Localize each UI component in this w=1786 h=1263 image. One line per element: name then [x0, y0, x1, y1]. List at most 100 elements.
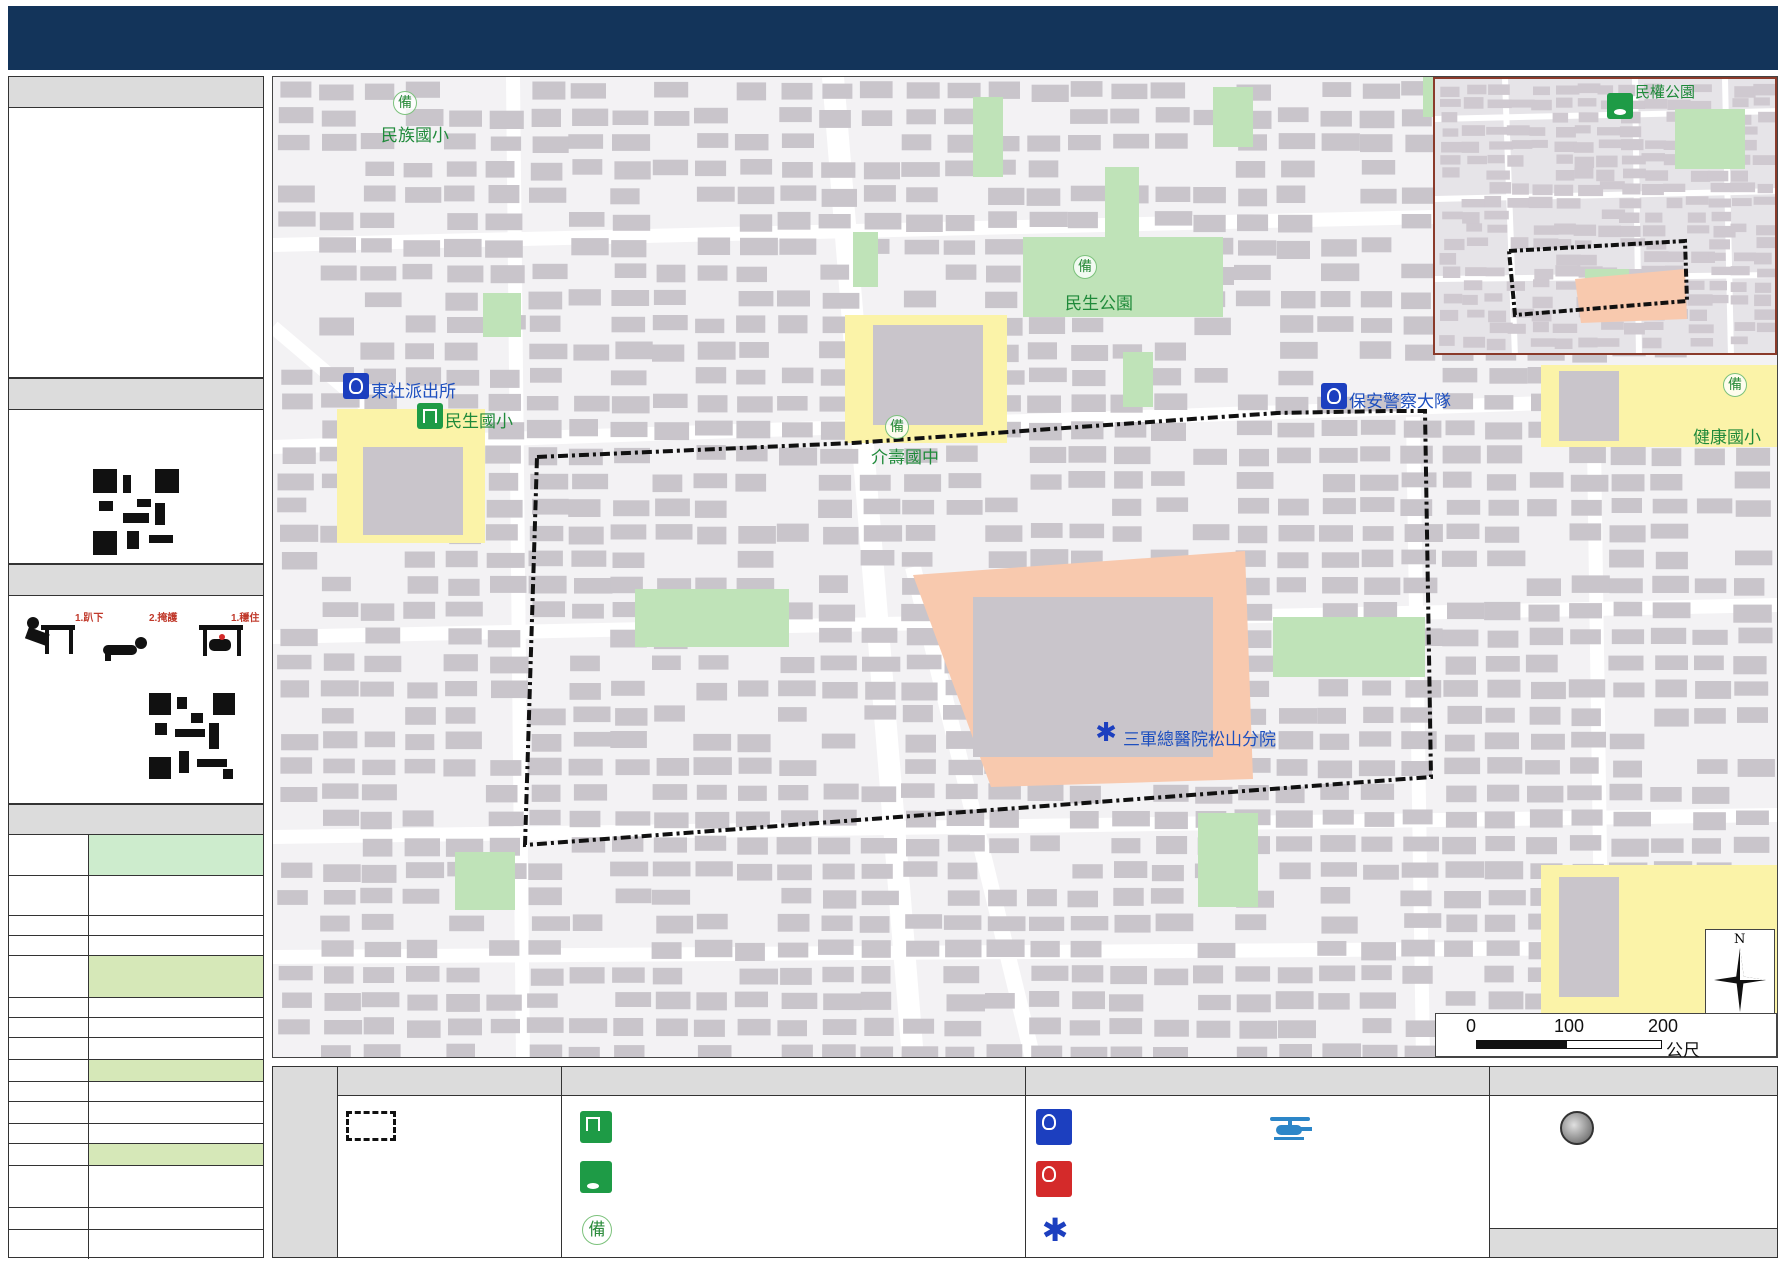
medical-icon[interactable]: ✱	[1093, 719, 1119, 745]
building-block	[947, 82, 981, 99]
building-block	[906, 187, 938, 203]
building-block	[570, 83, 606, 99]
building-block	[612, 552, 645, 568]
building-block	[1443, 680, 1478, 697]
building-block	[1734, 471, 1770, 489]
building-block	[1072, 991, 1105, 1010]
building-block	[324, 993, 361, 1011]
building-block	[278, 185, 315, 203]
building-block	[1527, 499, 1557, 517]
building-block	[319, 237, 356, 253]
building-block	[1533, 279, 1550, 288]
building-block	[863, 185, 896, 202]
qr-code-icon[interactable]	[93, 469, 179, 555]
building-block	[1321, 133, 1360, 151]
qr-code-icon[interactable]	[149, 693, 235, 779]
building-block	[1526, 837, 1557, 855]
building-block	[1694, 578, 1727, 594]
building-block	[1570, 474, 1609, 492]
building-block	[1489, 182, 1512, 194]
building-block	[1532, 296, 1553, 309]
locator-inset-map[interactable]: 民權公園	[1433, 77, 1777, 355]
police-icon[interactable]	[343, 373, 369, 399]
building-block	[280, 628, 318, 647]
building-block	[782, 422, 813, 438]
building-block	[361, 992, 400, 1008]
building-block	[1488, 991, 1524, 1010]
building-block	[821, 733, 856, 749]
building-block	[1578, 112, 1599, 123]
building-block	[946, 445, 978, 462]
building-block	[1690, 338, 1714, 347]
drill-pictogram	[24, 617, 243, 661]
building-block	[1030, 474, 1062, 490]
label-minsheng-school: 民生國小	[445, 412, 513, 432]
building-block	[1071, 394, 1106, 412]
building-block	[1236, 420, 1272, 436]
building-block	[1733, 836, 1770, 853]
building-block	[1275, 786, 1305, 804]
building-block	[1554, 223, 1576, 235]
building-block	[1484, 293, 1503, 302]
building-block	[1666, 197, 1683, 209]
building-block	[737, 837, 768, 855]
building-block	[1507, 155, 1524, 167]
building-block	[530, 162, 563, 181]
building-block	[1068, 446, 1107, 463]
building-block	[1556, 154, 1573, 164]
building-block	[490, 760, 522, 776]
building-block	[696, 784, 727, 800]
building-block	[1609, 549, 1644, 568]
table-row	[9, 955, 263, 997]
police-icon	[1036, 1109, 1072, 1145]
building-block	[1322, 82, 1352, 97]
building-block	[1030, 835, 1060, 852]
standby-shelter-icon[interactable]: 備	[393, 91, 417, 115]
building-block	[1442, 445, 1481, 464]
building-block	[488, 185, 520, 204]
building-block	[1440, 155, 1461, 165]
building-block	[1113, 887, 1144, 906]
building-block	[615, 708, 648, 726]
building-block	[447, 317, 484, 333]
building-block	[1571, 499, 1602, 516]
building-block	[277, 134, 310, 151]
building-block	[655, 991, 691, 1010]
building-block	[1155, 913, 1194, 932]
building-block	[1609, 783, 1643, 801]
standby-shelter-icon[interactable]: 備	[1073, 255, 1097, 279]
building-block	[1155, 186, 1191, 202]
building-block	[1734, 681, 1769, 696]
standby-shelter-icon[interactable]: 備	[885, 415, 909, 439]
legend-footer	[1490, 1228, 1777, 1257]
building-block	[572, 603, 604, 619]
building-block	[1641, 184, 1664, 196]
evac-boundary-swatch	[346, 1111, 396, 1141]
building-block	[735, 811, 770, 828]
building-block	[1276, 240, 1310, 259]
building-block	[1029, 446, 1067, 463]
building-block	[530, 367, 562, 383]
legend-col-boundary	[337, 1067, 561, 1257]
building-block	[1446, 914, 1478, 933]
building-block	[1440, 99, 1461, 107]
building-block	[1280, 315, 1314, 333]
building-block	[861, 863, 893, 879]
building-block	[407, 682, 438, 699]
evacuation-map[interactable]: 備 民族國小 備 民生公園 東社派出所 民生國小 備 介壽國中 保安警察大隊 備…	[272, 76, 1778, 1058]
building-block	[1278, 370, 1314, 386]
building-block	[862, 656, 901, 672]
shelter-icon[interactable]	[417, 403, 443, 429]
building-block	[1277, 422, 1315, 438]
building-block	[405, 187, 442, 203]
building-block	[1319, 965, 1356, 982]
building-block	[614, 263, 647, 278]
evacuation-site-icon[interactable]	[1607, 93, 1633, 119]
building-block	[1193, 965, 1224, 984]
building-block	[278, 211, 316, 227]
building-block	[1734, 86, 1756, 98]
police-icon[interactable]	[1321, 383, 1347, 409]
building-block	[1529, 627, 1564, 646]
standby-shelter-icon[interactable]: 備	[1723, 373, 1747, 397]
legend-col-shelters: 備	[561, 1067, 1025, 1257]
